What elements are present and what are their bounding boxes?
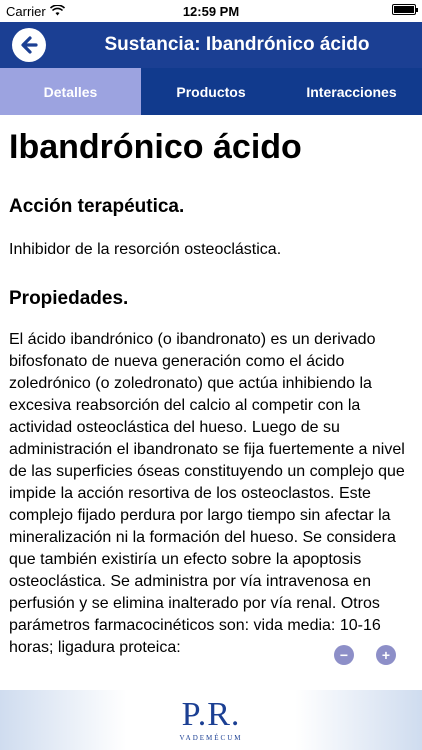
pr-logo: P.R. — [181, 696, 241, 733]
page-title-bar: Sustancia: Ibandrónico ácido — [104, 34, 370, 55]
tab-bar: Detalles Productos Interacciones — [0, 68, 422, 115]
content-area[interactable]: Ibandrónico ácido Acción terapéutica. In… — [0, 115, 422, 690]
battery-icon — [392, 4, 418, 15]
zoom-in-button[interactable]: + — [376, 645, 396, 665]
section-heading-propiedades: Propiedades. — [9, 288, 129, 309]
logo-subtitle: VADEMÉCUM — [179, 734, 243, 742]
minus-icon: − — [339, 647, 349, 663]
tab-productos[interactable]: Productos — [141, 68, 281, 115]
substance-title: Ibandrónico ácido — [9, 128, 302, 166]
section-heading-accion: Acción terapéutica. — [9, 196, 185, 217]
tab-detalles[interactable]: Detalles — [0, 68, 141, 115]
back-arrow-icon — [21, 36, 38, 54]
plus-icon: + — [381, 647, 391, 663]
back-button[interactable] — [12, 28, 46, 62]
section-text-accion: Inhibidor de la resorción osteoclástica. — [9, 241, 282, 258]
status-right — [392, 4, 418, 15]
status-bar: Carrier 12:59 PM — [0, 0, 422, 22]
section-text-propiedades: El ácido ibandrónico (o ibandronato) es … — [9, 331, 405, 656]
navigation-bar: Sustancia: Ibandrónico ácido — [0, 22, 422, 68]
tab-interacciones[interactable]: Interacciones — [281, 68, 422, 115]
status-time: 12:59 PM — [182, 4, 240, 19]
zoom-out-button[interactable]: − — [334, 645, 354, 665]
battery-level — [394, 6, 414, 13]
footer-banner: P.R. VADEMÉCUM — [0, 690, 422, 750]
